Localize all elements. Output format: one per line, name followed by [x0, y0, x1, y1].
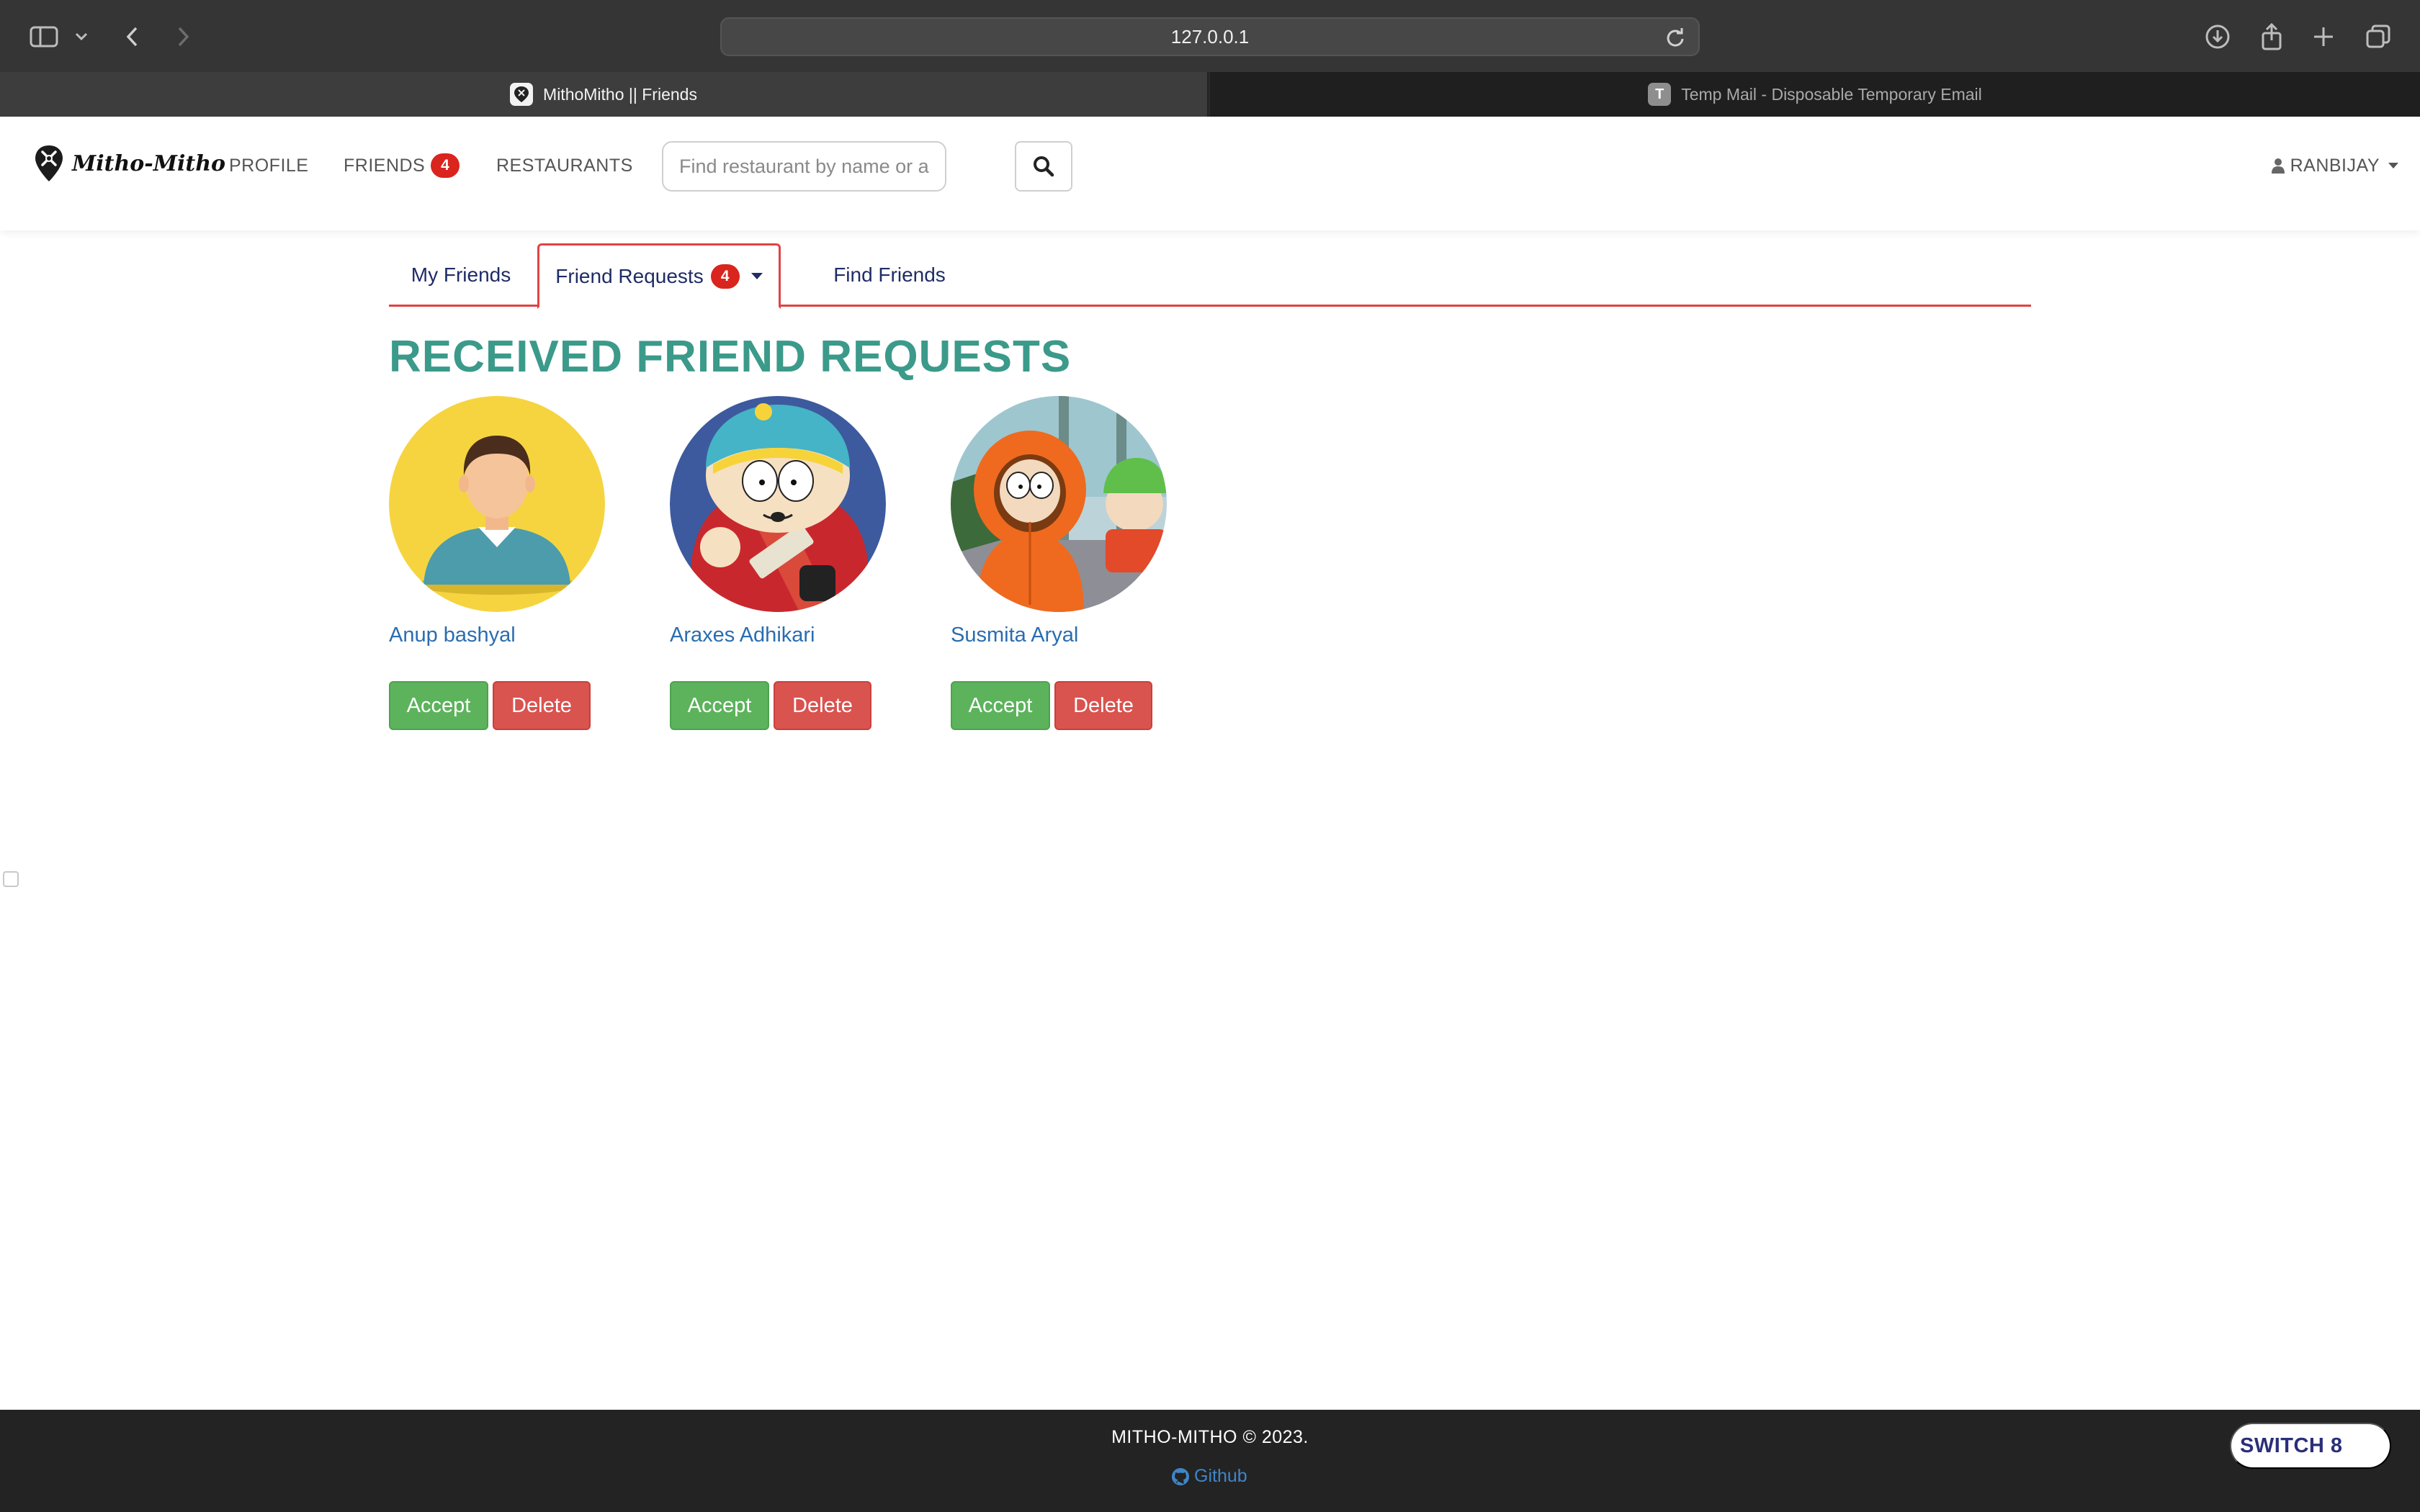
browser-tab-title: MithoMitho || Friends	[543, 84, 697, 104]
browser-tab-tempmail[interactable]: T Temp Mail - Disposable Temporary Email	[1210, 72, 2420, 117]
request-actions: Accept Delete	[670, 681, 886, 730]
address-bar[interactable]: 127.0.0.1	[720, 17, 1700, 56]
tab-overview-icon[interactable]	[2364, 22, 2393, 52]
kenny-avatar[interactable]	[951, 396, 1167, 612]
github-label: Github	[1194, 1466, 1247, 1486]
nav-friends-label: FRIENDS	[344, 155, 426, 176]
tab-my-friends[interactable]: My Friends	[389, 243, 533, 307]
friend-request-card: Anup bashyal Accept Delete	[389, 396, 605, 730]
tab-friend-requests[interactable]: Friend Requests 4	[537, 243, 781, 309]
switch-button[interactable]: SWITCH 8	[2230, 1423, 2391, 1469]
back-icon[interactable]	[121, 22, 143, 52]
friend-request-list: Anup bashyal Accept Delete Araxes Adhika…	[389, 396, 1167, 730]
friend-requests-badge: 4	[710, 264, 740, 289]
search-icon	[1034, 156, 1054, 177]
user-menu-dropdown[interactable]: RANBIJAY	[2271, 151, 2398, 180]
browser-tab-title: Temp Mail - Disposable Temporary Email	[1681, 84, 1982, 104]
tempmail-favicon-icon: T	[1648, 83, 1672, 106]
accept-button[interactable]: Accept	[389, 681, 488, 730]
nav-restaurants-link[interactable]: RESTAURANTS	[496, 151, 633, 180]
search-button[interactable]	[1015, 141, 1072, 192]
user-icon	[2271, 158, 2285, 174]
friends-count-badge: 4	[431, 153, 460, 178]
request-actions: Accept Delete	[951, 681, 1167, 730]
sidebar-toggle-icon[interactable]	[27, 22, 60, 52]
site-footer: MITHO-MITHO © 2023. Github SWITCH 8	[0, 1410, 2420, 1512]
delete-button[interactable]: Delete	[774, 681, 871, 730]
github-icon	[1172, 1467, 1189, 1485]
friends-tabs: My Friends Friend Requests 4 Find Friend…	[389, 243, 2031, 309]
cartman-avatar[interactable]	[670, 396, 886, 612]
accept-button[interactable]: Accept	[951, 681, 1050, 730]
accept-button[interactable]: Accept	[670, 681, 769, 730]
nav-friends-link[interactable]: FRIENDS 4	[344, 151, 460, 180]
brand-logo-icon	[35, 145, 63, 181]
download-icon[interactable]	[2202, 22, 2233, 52]
brand-link[interactable]: Mitho-Mitho	[33, 144, 225, 183]
browser-tab-mithomitho[interactable]: MithoMitho || Friends	[0, 72, 1209, 117]
default-avatar-icon[interactable]	[389, 396, 605, 612]
site-navbar: Mitho-Mitho PROFILE FRIENDS 4 RESTAURANT…	[0, 117, 2420, 230]
friend-request-card: Araxes Adhikari Accept Delete	[670, 396, 886, 730]
brand-name: Mitho-Mitho	[72, 150, 226, 176]
checkbox[interactable]	[3, 871, 19, 887]
reload-icon[interactable]	[1665, 27, 1685, 51]
friend-request-card: Susmita Aryal Accept Delete	[951, 396, 1167, 730]
new-tab-icon[interactable]	[2309, 22, 2338, 52]
mithomitho-favicon-icon	[510, 83, 534, 106]
nav-profile-label: PROFILE	[229, 155, 309, 176]
github-link[interactable]: Github	[1171, 1466, 1247, 1487]
request-actions: Accept Delete	[389, 681, 605, 730]
tab-friend-requests-label: Friend Requests	[555, 264, 704, 287]
address-url: 127.0.0.1	[1170, 25, 1250, 48]
username-label: RANBIJAY	[2290, 155, 2380, 176]
delete-button[interactable]: Delete	[493, 681, 591, 730]
nav-restaurants-label: RESTAURANTS	[496, 155, 633, 176]
tab-find-friends-label: Find Friends	[833, 264, 946, 286]
chevron-down-icon	[750, 273, 763, 279]
share-icon[interactable]	[2257, 22, 2286, 52]
forward-icon[interactable]	[173, 22, 194, 52]
chevron-down-icon[interactable]	[72, 22, 91, 52]
restaurant-search-input[interactable]	[662, 141, 946, 192]
nav-profile-link[interactable]: PROFILE	[229, 151, 308, 180]
delete-button[interactable]: Delete	[1054, 681, 1152, 730]
page-title: RECEIVED FRIEND REQUESTS	[389, 332, 1072, 382]
friends-page-content: My Friends Friend Requests 4 Find Friend…	[389, 243, 2031, 730]
browser-toolbar: 127.0.0.1	[0, 0, 2420, 72]
friend-name-link[interactable]: Araxes Adhikari	[670, 624, 886, 652]
browser-tabstrip: MithoMitho || Friends T Temp Mail - Disp…	[0, 72, 2420, 117]
tab-my-friends-label: My Friends	[411, 264, 511, 286]
footer-copyright: MITHO-MITHO © 2023.	[1111, 1427, 1309, 1447]
chevron-down-icon	[2388, 163, 2398, 168]
friend-name-link[interactable]: Anup bashyal	[389, 624, 605, 652]
tab-find-friends[interactable]: Find Friends	[785, 243, 994, 307]
friend-name-link[interactable]: Susmita Aryal	[951, 624, 1167, 652]
